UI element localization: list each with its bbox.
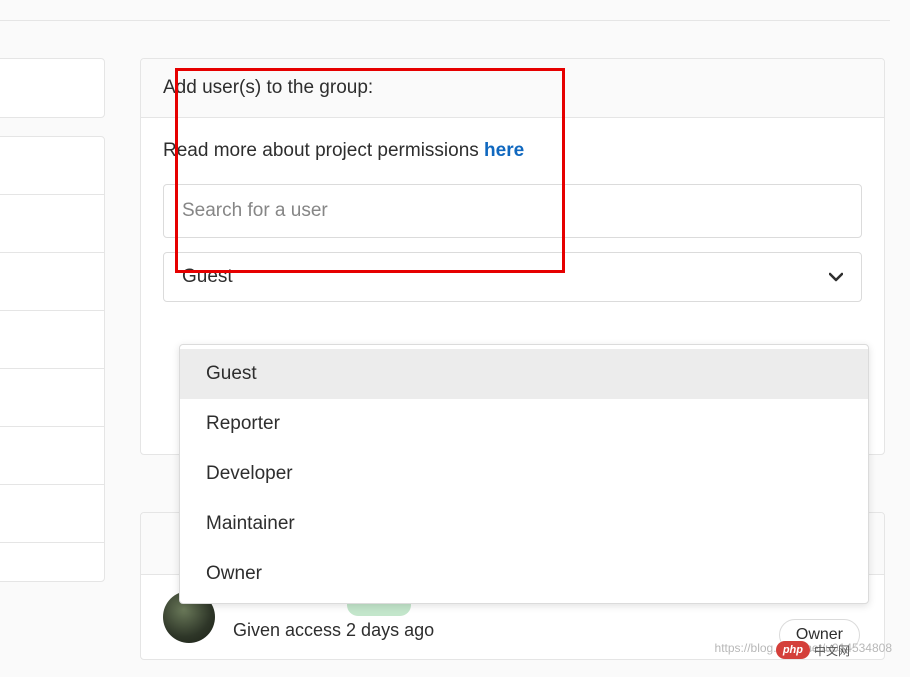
card-title: Add user(s) to the group: [163, 77, 373, 98]
projects-count: cts: 0 [0, 600, 105, 630]
sidebar-card-1 [0, 58, 105, 118]
sidebar-row[interactable] [0, 485, 104, 543]
php-badge-text: 中文网 [814, 642, 850, 659]
sidebar-row[interactable] [0, 253, 104, 311]
sidebar-row[interactable] [0, 311, 104, 369]
role-option-developer[interactable]: Developer [180, 449, 868, 499]
sidebar-row[interactable] [0, 427, 104, 485]
permissions-link[interactable]: here [484, 140, 524, 161]
sidebar-row[interactable] [0, 137, 104, 195]
card-header: Add user(s) to the group: [141, 59, 884, 118]
sidebar-row[interactable] [0, 543, 104, 581]
permissions-text: Read more about project permissions here [163, 140, 862, 162]
sidebar-row[interactable] [0, 195, 104, 253]
php-badge-icon: php [776, 641, 810, 659]
role-dropdown-menu: Guest Reporter Developer Maintainer Owne… [179, 344, 869, 604]
sidebar-card-2 [0, 136, 105, 582]
role-selected-value: Guest [182, 266, 233, 288]
role-select[interactable]: Guest [163, 252, 862, 302]
sidebar-row[interactable] [0, 369, 104, 427]
chevron-down-icon [829, 269, 843, 285]
role-option-guest[interactable]: Guest [180, 349, 868, 399]
sidebar-row[interactable] [0, 59, 104, 117]
watermark-badge: php 中文网 [776, 640, 850, 659]
role-option-maintainer[interactable]: Maintainer [180, 499, 868, 549]
search-user-input[interactable] [163, 184, 862, 238]
role-option-reporter[interactable]: Reporter [180, 399, 868, 449]
member-access-text: Given access 2 days ago [233, 620, 434, 641]
top-divider [0, 20, 890, 21]
role-option-owner[interactable]: Owner [180, 549, 868, 599]
left-sidebar: cts: 0 [0, 58, 105, 630]
